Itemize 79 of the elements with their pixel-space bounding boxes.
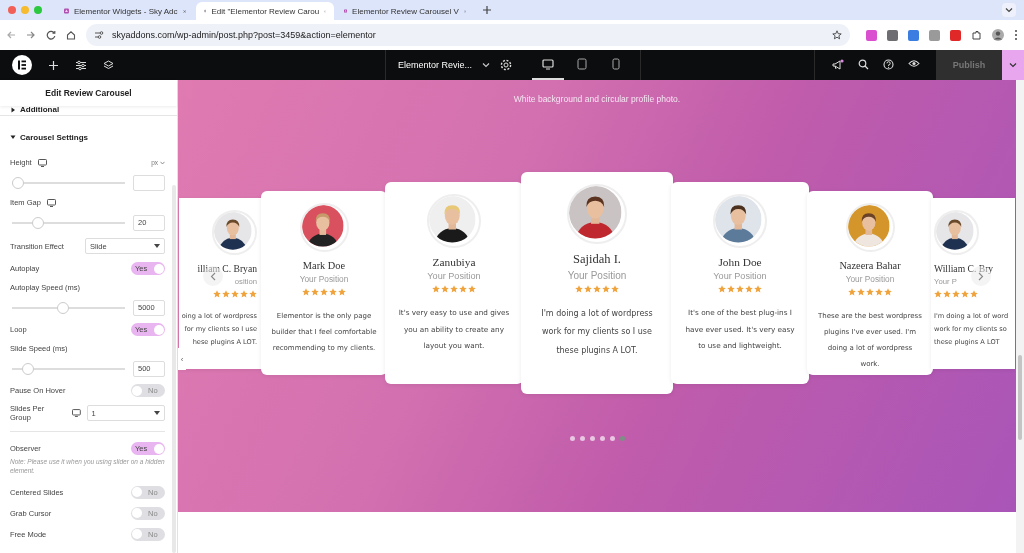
section-header[interactable]: Additional xyxy=(0,106,177,116)
chevron-down-icon xyxy=(160,160,165,165)
new-tab-icon[interactable] xyxy=(482,5,492,15)
pagination-dot[interactable] xyxy=(569,436,575,441)
extension-icon[interactable] xyxy=(950,29,961,41)
site-favicon-icon xyxy=(344,6,348,16)
layers-icon[interactable] xyxy=(103,59,114,71)
pagination-dot[interactable] xyxy=(579,436,585,441)
extension-icon[interactable] xyxy=(929,29,940,41)
review-text: I'm doing a lot of wordpress work for my clients so I use these plugins A LOT. xyxy=(541,308,653,357)
more-menu-icon[interactable] xyxy=(1014,29,1018,41)
back-icon[interactable] xyxy=(6,30,16,40)
next-slide-button[interactable] xyxy=(970,266,991,286)
pagination-dot[interactable] xyxy=(619,436,625,441)
collapse-panel-button[interactable]: ‹ xyxy=(178,348,186,370)
pagination-dot[interactable] xyxy=(609,436,615,441)
close-icon[interactable] xyxy=(182,7,186,15)
bookmark-star-icon[interactable] xyxy=(832,30,842,40)
chevron-left-icon[interactable] xyxy=(209,271,216,281)
chevron-down-icon[interactable] xyxy=(1005,7,1013,13)
reviewer-name: illiam C. Bryan xyxy=(197,262,257,274)
home-icon[interactable] xyxy=(66,30,76,40)
tablet-icon[interactable] xyxy=(577,58,588,70)
mobile-icon[interactable] xyxy=(612,58,621,70)
reviewer-name: William C. Bry xyxy=(934,262,994,274)
caret-icon xyxy=(10,106,16,113)
extension-icon[interactable] xyxy=(887,29,898,41)
dropdown-arrow-icon xyxy=(154,244,160,248)
section-subtitle: White background and circular profile photo. xyxy=(513,94,681,104)
document-title[interactable]: Elementor Revie... xyxy=(398,60,473,70)
add-icon[interactable] xyxy=(48,59,59,71)
reviewer-name: Mark Doe xyxy=(302,260,346,271)
panel-scrollbar[interactable] xyxy=(172,185,176,553)
settings-sliders-icon[interactable] xyxy=(75,59,87,71)
testimonial-card[interactable]: Sajidah I. Your Position I'm doing a lot of wordpress work for my clients so I use these plugins A LOT. xyxy=(521,172,673,394)
slider-handle[interactable] xyxy=(12,176,24,189)
help-icon[interactable] xyxy=(883,59,894,70)
section-header[interactable]: Carousel Settings xyxy=(0,116,177,154)
scrollbar-thumb[interactable] xyxy=(1018,355,1022,440)
slider-handle[interactable] xyxy=(57,301,70,314)
desktop-icon[interactable] xyxy=(46,198,56,207)
reviewer-position: Your Position xyxy=(427,271,481,281)
elementor-logo-icon[interactable] xyxy=(12,55,32,75)
preview-eye-icon[interactable] xyxy=(908,59,920,68)
megaphone-icon[interactable] xyxy=(831,59,844,71)
desktop-icon[interactable] xyxy=(71,409,81,417)
slider-handle[interactable] xyxy=(32,216,45,229)
settings-icon[interactable] xyxy=(500,59,513,71)
desktop-icon[interactable] xyxy=(37,158,47,167)
reviewer-name: Zanubiya xyxy=(432,256,476,268)
dropdown-arrow-icon xyxy=(154,411,160,415)
extension-icon[interactable] xyxy=(866,29,877,41)
chevron-down-icon[interactable] xyxy=(1009,62,1017,68)
reviewer-position: Your Position xyxy=(299,274,349,284)
puzzle-icon[interactable] xyxy=(971,29,982,41)
profile-avatar-icon[interactable] xyxy=(992,29,1004,41)
number-field[interactable] xyxy=(133,174,165,191)
panel-title: Edit Review Carousel xyxy=(0,80,177,106)
browser-tab[interactable]: Elementor Review Carousel V xyxy=(336,2,474,20)
caret-icon xyxy=(10,134,16,140)
slider-handle[interactable] xyxy=(22,362,35,375)
pagination-dot[interactable] xyxy=(589,436,595,441)
browser-tab[interactable]: Elementor Widgets - Sky Adc xyxy=(56,2,194,20)
site-favicon-icon xyxy=(64,6,69,16)
site-settings-icon[interactable] xyxy=(94,31,104,39)
address-bar[interactable]: skyaddons.com/wp-admin/post.php?post=3459&action=elementor xyxy=(86,24,850,46)
forward-icon[interactable] xyxy=(26,30,36,40)
reviewer-position: Your Position xyxy=(713,271,767,281)
reviewer-name: Sajidah I. xyxy=(573,252,621,267)
pagination-dot[interactable] xyxy=(599,436,605,441)
reload-icon[interactable] xyxy=(46,30,56,40)
search-icon[interactable] xyxy=(858,59,869,70)
browser-tab[interactable]: Edit "Elementor Review Carou xyxy=(196,2,334,20)
desktop-icon[interactable] xyxy=(542,58,555,70)
reviewer-position: Your Position xyxy=(567,270,627,281)
reviewer-name: Nazeera Bahar xyxy=(839,260,901,271)
extension-icon[interactable] xyxy=(908,29,919,41)
reviewer-name: John Doe xyxy=(718,256,762,268)
reviewer-position: Your Position xyxy=(845,274,895,284)
